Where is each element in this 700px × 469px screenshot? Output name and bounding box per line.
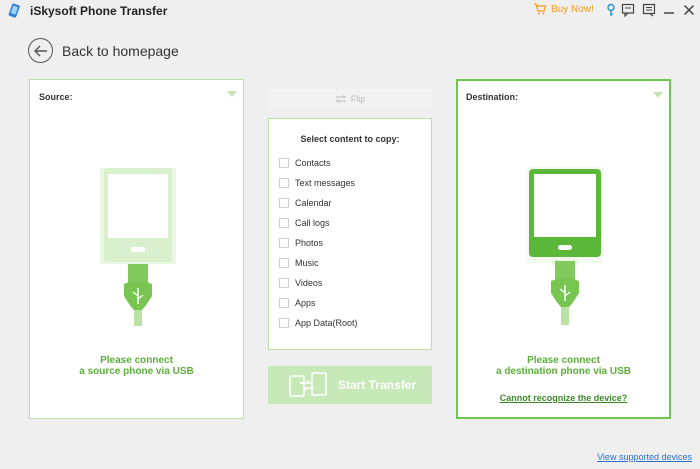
option-label: Contacts <box>295 158 331 168</box>
source-dropdown-icon[interactable] <box>227 91 237 97</box>
app-logo-icon <box>8 3 20 18</box>
buy-now-button[interactable]: Buy Now! <box>533 3 594 15</box>
back-label: Back to homepage <box>62 42 179 59</box>
option-label: Apps <box>295 298 316 308</box>
option-label: Call logs <box>295 218 330 228</box>
option-apps[interactable]: Apps <box>279 298 316 308</box>
flip-label: Flip <box>350 94 366 104</box>
option-calendar[interactable]: Calendar <box>279 198 332 208</box>
source-phone-icon <box>100 168 176 326</box>
option-contacts[interactable]: Contacts <box>279 158 331 168</box>
checkbox[interactable] <box>279 298 289 308</box>
source-label: Source: <box>39 92 73 102</box>
key-icon[interactable] <box>604 3 618 17</box>
feedback-icon[interactable] <box>621 3 635 17</box>
menu-icon[interactable] <box>642 3 656 17</box>
content-selection-box: Select content to copy: Contacts Text me… <box>268 118 432 350</box>
back-arrow-icon <box>28 38 53 63</box>
checkbox[interactable] <box>279 258 289 268</box>
option-label: Videos <box>295 278 323 288</box>
view-supported-devices-link[interactable]: View supported devices <box>597 452 692 462</box>
flip-button[interactable]: Flip <box>268 89 432 109</box>
source-connect-message: Please connect a source phone via USB <box>30 355 243 377</box>
destination-panel: Destination: Please connect a destinatio… <box>456 79 671 419</box>
minimize-icon[interactable] <box>662 3 676 17</box>
option-app-data-root[interactable]: App Data(Root) <box>279 318 358 328</box>
destination-label: Destination: <box>466 92 519 102</box>
start-transfer-button[interactable]: Start Transfer <box>268 366 432 404</box>
checkbox[interactable] <box>279 178 289 188</box>
checkbox[interactable] <box>279 198 289 208</box>
destination-connect-line2: a destination phone via USB <box>495 366 632 377</box>
source-panel: Source: Please connect a source phone vi… <box>29 79 244 419</box>
option-label: App Data(Root) <box>295 318 358 328</box>
close-icon[interactable] <box>682 3 696 17</box>
destination-phone-icon <box>527 167 603 325</box>
option-call-logs[interactable]: Call logs <box>279 218 330 228</box>
option-label: Text messages <box>295 178 356 188</box>
option-videos[interactable]: Videos <box>279 278 322 288</box>
checkbox[interactable] <box>279 318 289 328</box>
destination-dropdown-icon[interactable] <box>653 92 663 98</box>
source-connect-line1: Please connect <box>100 355 173 366</box>
checkbox[interactable] <box>279 278 289 288</box>
cannot-recognize-link[interactable]: Cannot recognize the device? <box>458 393 669 403</box>
title-bar: iSkysoft Phone Transfer Buy Now! <box>0 0 700 22</box>
buy-now-label: Buy Now! <box>551 3 594 15</box>
destination-connect-line1: Please connect <box>527 355 600 366</box>
checkbox[interactable] <box>279 238 289 248</box>
checkbox[interactable] <box>279 158 289 168</box>
app-title: iSkysoft Phone Transfer <box>30 4 168 18</box>
content-title: Select content to copy: <box>300 134 400 144</box>
option-label: Photos <box>295 238 324 248</box>
option-photos[interactable]: Photos <box>279 238 323 248</box>
option-label: Music <box>295 258 319 268</box>
option-text-messages[interactable]: Text messages <box>279 178 355 188</box>
option-music[interactable]: Music <box>279 258 319 268</box>
source-connect-line2: a source phone via USB <box>79 366 194 377</box>
flip-arrows-icon <box>335 95 347 103</box>
back-to-homepage-button[interactable]: Back to homepage <box>28 38 179 63</box>
start-transfer-label: Start Transfer <box>338 378 417 392</box>
option-label: Calendar <box>295 198 332 208</box>
checkbox[interactable] <box>279 218 289 228</box>
cart-icon <box>534 3 547 15</box>
destination-connect-message: Please connect a destination phone via U… <box>458 355 669 377</box>
transfer-icon <box>289 372 327 397</box>
